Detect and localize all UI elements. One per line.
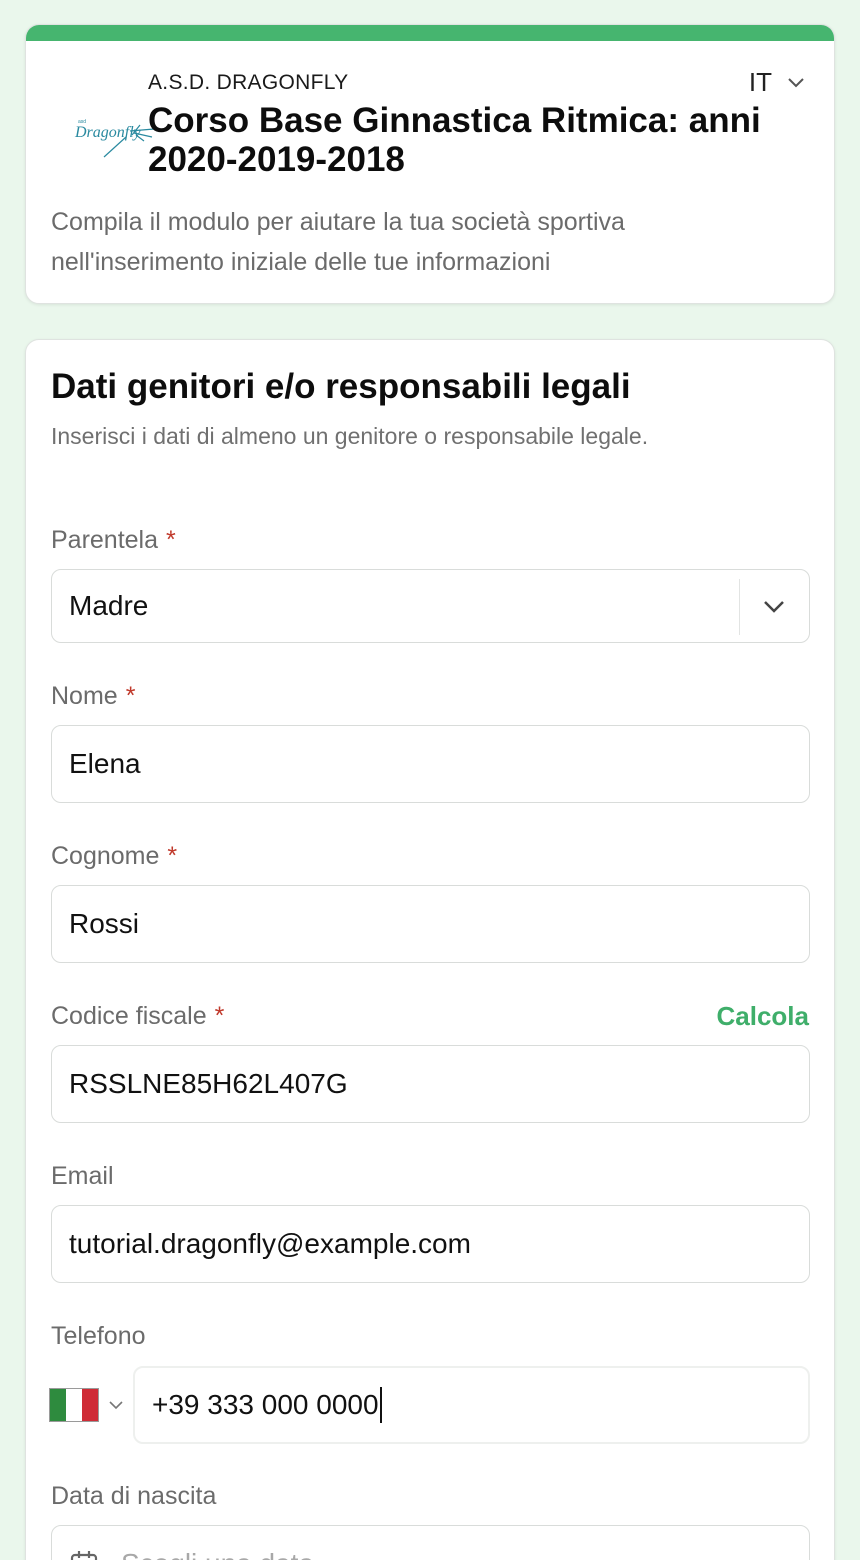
nome-label-text: Nome — [51, 682, 118, 710]
form-intro-text: Compila il modulo per aiutare la tua soc… — [51, 208, 625, 276]
email-input[interactable]: tutorial.dragonfly@example.com — [51, 1205, 810, 1283]
guardian-section-card: Dati genitori e/o responsabili legali In… — [25, 339, 835, 1560]
date-placeholder: Scegli una data — [121, 1548, 314, 1560]
dragonfly-logo-icon: Dragonfly asd — [74, 119, 155, 158]
section-subtitle: Inserisci i dati di almeno un genitore o… — [51, 423, 649, 449]
data-nascita-label: Data di nascita — [51, 1482, 216, 1511]
telefono-value: +39 333 000 0000 — [152, 1389, 379, 1420]
cognome-label: Cognome * — [51, 842, 177, 871]
language-code: IT — [748, 67, 772, 97]
svg-text:Dragonfly: Dragonfly — [74, 124, 142, 141]
svg-text:asd: asd — [78, 119, 86, 125]
organization-name: A.S.D. DRAGONFLY — [148, 71, 349, 94]
codice-fiscale-label-text: Codice fiscale — [51, 1002, 207, 1030]
parentela-select[interactable]: Madre — [51, 569, 810, 643]
nome-input[interactable]: Elena — [51, 725, 810, 803]
codice-fiscale-input[interactable]: RSSLNE85H62L407G — [51, 1045, 810, 1123]
required-mark: * — [167, 842, 178, 870]
cognome-value: Rossi — [69, 908, 140, 939]
cognome-label-text: Cognome — [51, 842, 160, 870]
data-nascita-label-text: Data di nascita — [51, 1482, 217, 1510]
telefono-label-text: Telefono — [51, 1322, 146, 1350]
chevron-down-icon — [764, 601, 784, 613]
codice-fiscale-label: Codice fiscale * — [51, 1002, 224, 1031]
country-code-selector[interactable] — [49, 1385, 139, 1425]
select-divider — [739, 579, 740, 635]
codice-fiscale-value: RSSLNE85H62L407G — [69, 1068, 348, 1099]
accent-bar — [26, 25, 834, 41]
required-mark: * — [214, 1002, 225, 1030]
email-value: tutorial.dragonfly@example.com — [69, 1228, 471, 1259]
nome-value: Elena — [69, 748, 141, 779]
cognome-input[interactable]: Rossi — [51, 885, 810, 963]
telefono-input[interactable]: +39 333 000 0000 — [133, 1366, 810, 1444]
required-mark: * — [125, 682, 136, 710]
parentela-label: Parentela * — [51, 526, 176, 555]
calcola-button[interactable]: Calcola — [717, 1001, 810, 1032]
calendar-icon — [70, 1551, 98, 1560]
email-label: Email — [51, 1162, 114, 1191]
chevron-down-icon — [788, 77, 804, 87]
email-label-text: Email — [51, 1162, 114, 1190]
required-mark: * — [166, 526, 176, 554]
parentela-label-text: Parentela — [51, 526, 159, 554]
chevron-down-icon — [109, 1401, 123, 1410]
data-nascita-input[interactable]: Scegli una data — [51, 1525, 810, 1560]
form-header-card: Dragonfly asd A.S.D. DRAGONFLY Corso Bas… — [25, 24, 835, 304]
language-selector[interactable]: IT — [749, 67, 806, 98]
section-title: Dati genitori e/o responsabili legali — [51, 367, 631, 406]
form-title: Corso Base Ginnastica Ritmica: anni 2020… — [148, 101, 761, 179]
parentela-value: Madre — [69, 590, 149, 621]
text-cursor — [379, 1387, 382, 1423]
telefono-label: Telefono — [51, 1322, 146, 1351]
nome-label: Nome * — [51, 682, 135, 711]
italy-flag-icon — [49, 1388, 99, 1422]
